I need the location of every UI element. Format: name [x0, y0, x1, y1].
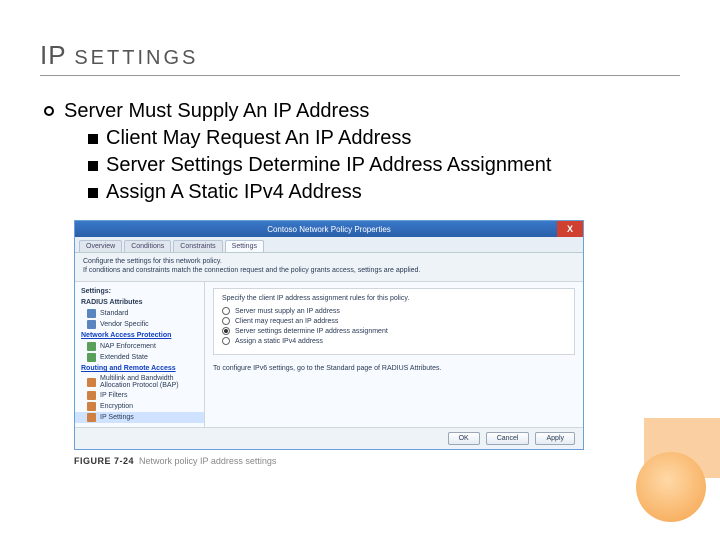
dialog-title: Contoso Network Policy Properties — [267, 225, 391, 234]
group-header-nap: Network Access Protection — [75, 330, 204, 341]
page-title: IP SETTINGS — [40, 40, 680, 76]
cancel-button[interactable]: Cancel — [486, 432, 530, 445]
desc-line: Configure the settings for this network … — [83, 257, 575, 266]
shield-icon — [87, 353, 96, 362]
radio-client-request[interactable]: Client may request an IP address — [222, 316, 566, 326]
title-small: SETTINGS — [74, 47, 198, 69]
accent-circle — [636, 452, 706, 522]
ok-button[interactable]: OK — [448, 432, 480, 445]
sidebar-item-ipfilters[interactable]: IP Filters — [75, 390, 204, 401]
title-big: IP — [40, 40, 66, 70]
tab-conditions[interactable]: Conditions — [124, 240, 171, 252]
link-icon — [87, 378, 96, 387]
tab-constraints[interactable]: Constraints — [173, 240, 222, 252]
shield-icon — [87, 342, 96, 351]
tab-overview[interactable]: Overview — [79, 240, 122, 252]
network-icon — [87, 413, 96, 422]
bullet-content: Server Must Supply An IP Address Client … — [40, 98, 680, 206]
group-header-rras: Routing and Remote Access — [75, 363, 204, 374]
dialog-tabs: Overview Conditions Constraints Settings — [75, 237, 583, 253]
radio-static-ipv4[interactable]: Assign a static IPv4 address — [222, 336, 566, 346]
radio-icon — [222, 317, 230, 325]
dialog-description: Configure the settings for this network … — [75, 253, 583, 282]
sidebar-item-nap-enforcement[interactable]: NAP Enforcement — [75, 341, 204, 352]
bullet-main: Server Must Supply An IP Address — [64, 98, 551, 125]
bullet-open-icon — [44, 106, 54, 116]
sidebar-item-standard[interactable]: Standard — [75, 308, 204, 319]
desc-line: If conditions and constraints match the … — [83, 266, 575, 275]
sidebar-item-multilink[interactable]: Multilink and Bandwidth Allocation Proto… — [75, 374, 204, 390]
dialog-screenshot: Contoso Network Policy Properties X Over… — [74, 220, 584, 450]
sidebar-item-vendor[interactable]: Vendor Specific — [75, 319, 204, 330]
apply-button[interactable]: Apply — [535, 432, 575, 445]
bullet-sub: Client May Request An IP Address — [106, 127, 411, 149]
settings-label: Settings: — [75, 286, 204, 297]
radio-server-supply[interactable]: Server must supply an IP address — [222, 306, 566, 316]
tab-settings[interactable]: Settings — [225, 240, 264, 252]
gear-icon — [87, 320, 96, 329]
figure-caption: FIGURE 7-24 Network policy IP address se… — [74, 456, 680, 466]
bullet-sub: Server Settings Determine IP Address Ass… — [106, 154, 551, 176]
square-icon — [88, 188, 98, 198]
radio-icon — [222, 327, 230, 335]
pane-lead: Specify the client IP address assignment… — [222, 295, 566, 302]
square-icon — [88, 161, 98, 171]
radio-icon — [222, 337, 230, 345]
dialog-button-bar: OK Cancel Apply — [75, 427, 583, 449]
pane-note: To configure IPv6 settings, go to the St… — [213, 365, 575, 372]
sidebar-item-encryption[interactable]: Encryption — [75, 401, 204, 412]
close-button[interactable]: X — [557, 221, 583, 237]
square-icon — [88, 134, 98, 144]
gear-icon — [87, 309, 96, 318]
caption-text: Network policy IP address settings — [139, 456, 276, 466]
caption-fig: FIGURE 7-24 — [74, 456, 134, 466]
radio-icon — [222, 307, 230, 315]
sidebar-item-extended-state[interactable]: Extended State — [75, 352, 204, 363]
filter-icon — [87, 391, 96, 400]
dialog-titlebar: Contoso Network Policy Properties X — [75, 221, 583, 237]
settings-sidebar: Settings: RADIUS Attributes Standard Ven… — [75, 282, 205, 427]
radio-server-settings[interactable]: Server settings determine IP address ass… — [222, 326, 566, 336]
sidebar-item-ipsettings[interactable]: IP Settings — [75, 412, 204, 423]
bullet-sub: Assign A Static IPv4 Address — [106, 181, 362, 203]
settings-pane: Specify the client IP address assignment… — [205, 282, 583, 427]
lock-icon — [87, 402, 96, 411]
group-header: RADIUS Attributes — [75, 297, 204, 308]
